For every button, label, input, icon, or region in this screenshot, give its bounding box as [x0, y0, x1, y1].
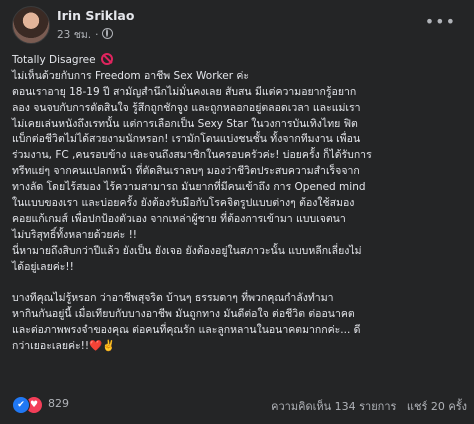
no-entry-icon: [100, 53, 113, 65]
like-icon[interactable]: ✔: [12, 396, 30, 414]
facebook-post: Irin Sriklao 23 ชม. · ••• Totally Disagre…: [0, 0, 474, 424]
reaction-count[interactable]: 829: [48, 397, 69, 410]
post-footer: ✔ ♥ 829 ความคิดเห็น 134 รายการ แชร์ 20 ค…: [12, 394, 467, 414]
post-line: [12, 275, 472, 291]
post-line: บางทีคุณไม่รู้หรอก ว่าอาชีพสุจริต บ้านๆ …: [12, 292, 334, 305]
more-options-icon[interactable]: •••: [425, 14, 456, 30]
share-count[interactable]: แชร์ 20 ครั้ง: [407, 400, 467, 413]
avatar[interactable]: [12, 6, 50, 44]
post-line: ร่วมงาน, FC ,คนรอบข้าง และจนถึงสมาชิกในค…: [12, 149, 372, 162]
post-line: ทรีทแย่ๆ จากคนแปลกหน้า ที่ตัดสินเราลบๆ ม…: [12, 165, 360, 178]
post-line: ไม่เคยเล่นหนังถึงเรทนั้น แต่การเลือกเป็น…: [12, 117, 358, 130]
post-line: Totally Disagree: [12, 53, 472, 69]
comment-count[interactable]: ความคิดเห็น 134 รายการ: [271, 400, 396, 413]
globe-icon[interactable]: [102, 28, 114, 39]
post-body: Totally Disagree ไม่เห็นด้วยกับการ Freed…: [12, 53, 472, 355]
post-line: ไม่บริสุทธิ์ทั้งหลายด้วยค่ะ !!: [12, 228, 137, 241]
post-line: คอยแก้เกมส์ เพื่อปกป้องตัวเอง จากเหล่าผู…: [12, 212, 346, 225]
post-meta: 23 ชม. ·: [57, 26, 114, 43]
author-name[interactable]: Irin Sriklao: [57, 8, 134, 23]
post-line: และต่อภาพพรงจำของคุณ ต่อคนที่คุณรัก และล…: [12, 324, 361, 337]
post-line: ทางลัด โดยไร้สมอง ไร้ความสามารถ มันยากที…: [12, 181, 366, 194]
post-line: ไม่เห็นด้วยกับการ Freedom อาชีพ Sex Work…: [12, 69, 250, 82]
post-header: Irin Sriklao 23 ชม. · •••: [12, 6, 462, 46]
post-line: กว่าเยอะเลยค่ะ!!❤️✌️: [12, 340, 116, 353]
post-line: ในแบบของเรา และบ่อยครั้ง ยังต้องรับมือกั…: [12, 197, 355, 210]
engagement-stats: ความคิดเห็น 134 รายการ แชร์ 20 ครั้ง: [271, 397, 467, 415]
post-line: หากินกันอยู่นี้ เมื่อเทียบกับบางอาชีพ มั…: [12, 308, 355, 321]
separator-dot: ·: [95, 29, 99, 41]
post-line: แบ็กต่อชีวิตไม่ได้สวยงามนักหรอก! เรามักโ…: [12, 133, 361, 146]
post-line: ได้อยู่เลยค่ะ!!: [12, 260, 74, 273]
post-line: ลอง จนจบกับการตัดสินใจ รู้สึกถูกชักจูง แ…: [12, 101, 361, 114]
post-line: นี่หามายถึงสิบกว่าปีแล้ว ยังเป็น ยังเจอ …: [12, 244, 362, 257]
post-timestamp[interactable]: 23 ชม.: [57, 29, 91, 41]
post-line: ตอนเราอายุ 18-19 ปี สามัญสำนึกไม่มั่นคงเ…: [12, 85, 357, 98]
